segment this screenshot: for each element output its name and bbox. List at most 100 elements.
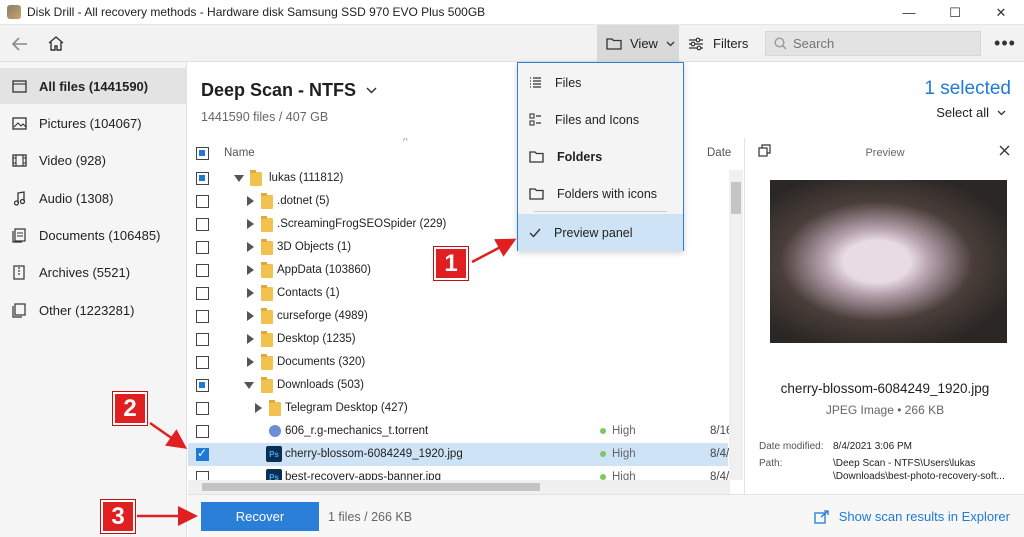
select-all-dropdown[interactable]: Select all [936, 105, 1006, 120]
menu-item-folders-with-icons[interactable]: Folders with icons [518, 175, 683, 212]
row-checkbox[interactable] [196, 356, 209, 369]
search-box[interactable] [765, 31, 981, 56]
close-preview-icon[interactable] [999, 145, 1010, 156]
expand-icon[interactable] [247, 311, 254, 321]
sidebar-item-label: All files (1441590) [39, 78, 149, 94]
chevron-down-icon [666, 41, 675, 46]
row-checkbox[interactable] [196, 287, 209, 300]
view-dropdown-menu: Files Files and Icons Folders Folders wi… [517, 62, 684, 251]
status-dot-icon [600, 451, 606, 457]
recover-button[interactable]: Recover [201, 502, 319, 531]
checkmark-icon [529, 228, 541, 238]
home-button[interactable] [38, 25, 74, 62]
row-name: 3D Objects (1) [277, 241, 352, 253]
folder-icon [261, 377, 273, 393]
search-input[interactable] [793, 36, 973, 51]
back-arrow-icon [12, 36, 27, 51]
expand-icon[interactable] [247, 196, 254, 206]
row-checkbox[interactable] [196, 241, 209, 254]
sort-ascending-icon: ^ [403, 138, 408, 147]
folder-icon [261, 331, 273, 347]
status-dot-icon [600, 428, 606, 434]
maximize-button[interactable]: ☐ [932, 0, 978, 25]
row-checkbox[interactable] [196, 172, 209, 185]
recovery-chance-label: High [612, 425, 636, 437]
column-header-name[interactable]: Name [224, 147, 255, 159]
table-row-selected[interactable]: Ps cherry-blossom-6084249_1920.jpg High … [188, 443, 729, 466]
menu-item-files-and-icons[interactable]: Files and Icons [518, 101, 683, 138]
menu-item-preview-panel[interactable]: Preview panel [518, 214, 683, 251]
recovery-chance: High [600, 425, 636, 437]
select-all-checkbox[interactable] [196, 147, 209, 160]
scrollbar-thumb[interactable] [202, 483, 540, 491]
sidebar-item-other[interactable]: Other (1223281) [0, 292, 187, 328]
sidebar-item-label: Other (1223281) [39, 302, 135, 318]
row-checkbox[interactable] [196, 333, 209, 346]
more-options-button[interactable]: ••• [990, 25, 1020, 62]
table-row[interactable]: Documents (320) [188, 351, 728, 374]
row-checkbox[interactable] [196, 218, 209, 231]
expand-icon[interactable] [247, 265, 254, 275]
row-checkbox[interactable] [196, 264, 209, 277]
row-checkbox[interactable] [196, 425, 209, 438]
sidebar-item-audio[interactable]: Audio (1308) [0, 180, 187, 216]
expand-icon[interactable] [247, 219, 254, 229]
expand-icon[interactable] [247, 334, 254, 344]
expand-icon[interactable] [255, 403, 262, 413]
row-checkbox[interactable] [196, 379, 209, 392]
vertical-scrollbar[interactable] [729, 170, 743, 480]
table-row[interactable]: Desktop (1235) [188, 328, 728, 351]
expand-icon[interactable] [247, 242, 254, 252]
menu-item-folders[interactable]: Folders [518, 138, 683, 175]
row-checkbox[interactable] [196, 310, 209, 323]
filters-button[interactable]: Filters [688, 25, 754, 62]
toolbar: View Filters ••• [0, 25, 1024, 62]
scrollbar-thumb[interactable] [731, 182, 741, 214]
table-row[interactable]: 606_r.g-mechanics_t.torrent High 8/16 [188, 420, 732, 443]
folder-icon [606, 38, 622, 50]
search-icon [774, 37, 787, 50]
view-button[interactable]: View [597, 25, 679, 62]
sidebar-item-all-files[interactable]: All files (1441590) [0, 68, 187, 104]
sidebar-item-label: Archives (5521) [39, 264, 131, 280]
window-controls: — ☐ ✕ [886, 0, 1024, 25]
folder-icon [261, 308, 273, 324]
expand-icon[interactable] [247, 288, 254, 298]
column-header-date[interactable]: Date [707, 138, 743, 168]
minimize-button[interactable]: — [886, 0, 932, 25]
folder-icon [261, 239, 273, 255]
horizontal-scrollbar[interactable] [188, 480, 730, 494]
expand-icon[interactable] [247, 357, 254, 367]
select-all-label: Select all [936, 105, 989, 120]
page-title: Deep Scan - NTFS [201, 80, 357, 100]
row-name: Documents (320) [277, 356, 366, 368]
preview-image [770, 180, 1007, 343]
sidebar-item-video[interactable]: Video (928) [0, 142, 187, 178]
sidebar-item-archives[interactable]: Archives (5521) [0, 254, 187, 290]
audio-icon [11, 190, 27, 206]
table-row[interactable]: Telegram Desktop (427) [188, 397, 728, 420]
show-in-explorer-link[interactable]: Show scan results in Explorer [814, 509, 1010, 524]
table-row[interactable]: Contacts (1) [188, 282, 728, 305]
collapse-icon[interactable] [234, 175, 244, 182]
annotation-badge-3: 3 [101, 500, 135, 533]
scan-title-dropdown[interactable]: Deep Scan - NTFS [201, 80, 377, 101]
file-icon [11, 78, 27, 94]
menu-item-files[interactable]: Files [518, 64, 683, 101]
collapse-icon[interactable] [244, 382, 254, 389]
table-row[interactable]: curseforge (4989) [188, 305, 728, 328]
row-checkbox[interactable] [196, 446, 209, 461]
sidebar-item-pictures[interactable]: Pictures (104067) [0, 105, 187, 141]
list-with-icons-icon [529, 113, 541, 126]
sidebar-item-documents[interactable]: Documents (106485) [0, 217, 187, 253]
annotation-badge-2: 2 [113, 392, 147, 425]
back-button[interactable] [2, 25, 38, 62]
recovery-chance-label: High [612, 448, 636, 460]
row-checkbox[interactable] [196, 195, 209, 208]
preview-file-type: JPEG Image • 266 KB [825, 403, 945, 417]
folder-icon [529, 187, 544, 200]
table-row[interactable]: Downloads (503) [188, 374, 728, 397]
close-button[interactable]: ✕ [978, 0, 1024, 25]
row-checkbox[interactable] [196, 402, 209, 415]
row-name: Telegram Desktop (427) [285, 402, 408, 414]
